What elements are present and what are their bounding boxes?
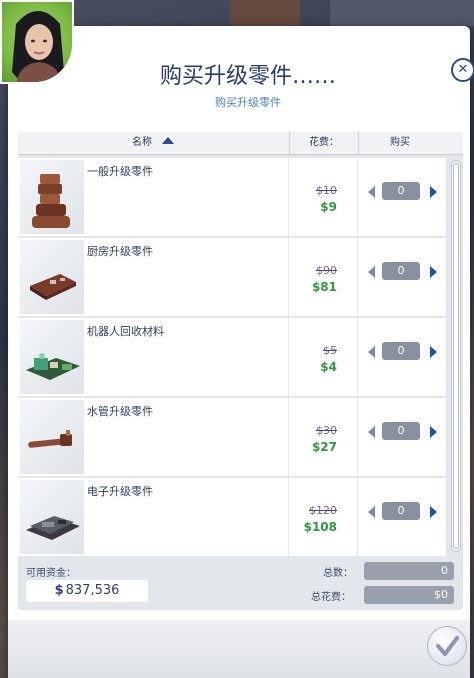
decrease-arrow-icon[interactable]	[368, 186, 375, 198]
decrease-arrow-icon[interactable]	[368, 346, 375, 358]
quantity-stepper: 0	[358, 238, 446, 316]
increase-arrow-icon[interactable]	[430, 426, 437, 438]
background-object	[330, 0, 474, 26]
scrollbar[interactable]	[451, 160, 461, 552]
increase-arrow-icon[interactable]	[430, 186, 437, 198]
price-cell: $10 $9	[288, 158, 358, 236]
original-price: $30	[316, 424, 337, 437]
item-name: 电子升级零件	[87, 485, 153, 498]
original-price: $120	[309, 504, 337, 517]
list-item: 厨房升级零件 $90 $81 0	[18, 238, 446, 318]
increase-arrow-icon[interactable]	[430, 346, 437, 358]
simoleon-icon: $	[54, 583, 64, 598]
quantity-stepper: 0	[358, 318, 446, 396]
table-header: 名称 花费： 购买	[18, 132, 463, 155]
price-cell: $5 $4	[288, 318, 358, 396]
total-count-label: 总数：	[323, 568, 353, 579]
kitchen-parts-icon	[20, 240, 84, 314]
discounted-price: $4	[320, 360, 337, 374]
decrease-arrow-icon[interactable]	[368, 266, 375, 278]
quantity-value[interactable]: 0	[382, 422, 420, 440]
total-count-value: 0	[364, 562, 454, 580]
sort-ascending-icon	[162, 136, 174, 144]
dialog-footer-bar	[8, 620, 470, 678]
funds-label: 可用资金：	[26, 568, 76, 579]
checkmark-icon	[436, 636, 459, 656]
robot-salvage-icon	[20, 320, 84, 394]
decrease-arrow-icon[interactable]	[368, 506, 375, 518]
price-cell: $90 $81	[288, 238, 358, 316]
price-cell: $30 $27	[288, 398, 358, 476]
quantity-value[interactable]: 0	[382, 502, 420, 520]
list-item: 一般升级零件 $10 $9 0	[18, 158, 446, 238]
column-name-label: 名称	[132, 137, 152, 148]
electronics-parts-icon	[20, 480, 84, 554]
sim-portrait	[0, 0, 74, 84]
total-cost-label: 总花费：	[311, 592, 351, 603]
quantity-stepper: 0	[358, 158, 446, 236]
dialog-subtitle: 购买升级零件	[215, 96, 281, 109]
background-object	[230, 0, 300, 26]
list-item: 机器人回收材料 $5 $4 0	[18, 318, 446, 398]
quantity-value[interactable]: 0	[382, 342, 420, 360]
total-cost-value: $0	[364, 586, 454, 604]
parts-list-panel: 名称 花费： 购买 一般升级零件 $10 $9 0 厨房升级零件 $90 $81…	[18, 132, 463, 610]
item-name: 机器人回收材料	[87, 325, 164, 338]
discounted-price: $108	[303, 520, 337, 534]
dialog-title: 购买升级零件……	[159, 64, 336, 89]
original-price: $10	[316, 184, 337, 197]
decrease-arrow-icon[interactable]	[368, 426, 375, 438]
confirm-button[interactable]	[427, 626, 467, 666]
item-name: 厨房升级零件	[87, 245, 153, 258]
quantity-stepper: 0	[358, 398, 446, 476]
column-header-cost[interactable]: 花费：	[289, 132, 358, 154]
increase-arrow-icon[interactable]	[430, 506, 437, 518]
close-button[interactable]: ✕	[451, 58, 474, 82]
plumbing-parts-icon	[20, 400, 84, 474]
general-parts-icon	[20, 160, 84, 234]
discounted-price: $81	[311, 280, 337, 294]
quantity-stepper: 0	[358, 478, 446, 556]
item-name: 水管升级零件	[87, 405, 153, 418]
column-header-buy: 购买	[358, 132, 441, 154]
original-price: $90	[316, 264, 337, 277]
item-name: 一般升级零件	[87, 165, 153, 178]
discounted-price: $9	[320, 200, 337, 214]
list-item: 电子升级零件 $120 $108 0	[18, 478, 446, 558]
funds-value: $837,536	[26, 580, 148, 602]
original-price: $5	[323, 344, 337, 357]
price-cell: $120 $108	[288, 478, 358, 556]
list-item: 水管升级零件 $30 $27 0	[18, 398, 446, 478]
close-icon: ✕	[457, 62, 469, 77]
increase-arrow-icon[interactable]	[430, 266, 437, 278]
scrollbar-thumb[interactable]	[453, 163, 459, 549]
quantity-value[interactable]: 0	[382, 262, 420, 280]
column-header-name[interactable]: 名称	[18, 132, 288, 154]
quantity-value[interactable]: 0	[382, 182, 420, 200]
discounted-price: $27	[311, 440, 337, 454]
